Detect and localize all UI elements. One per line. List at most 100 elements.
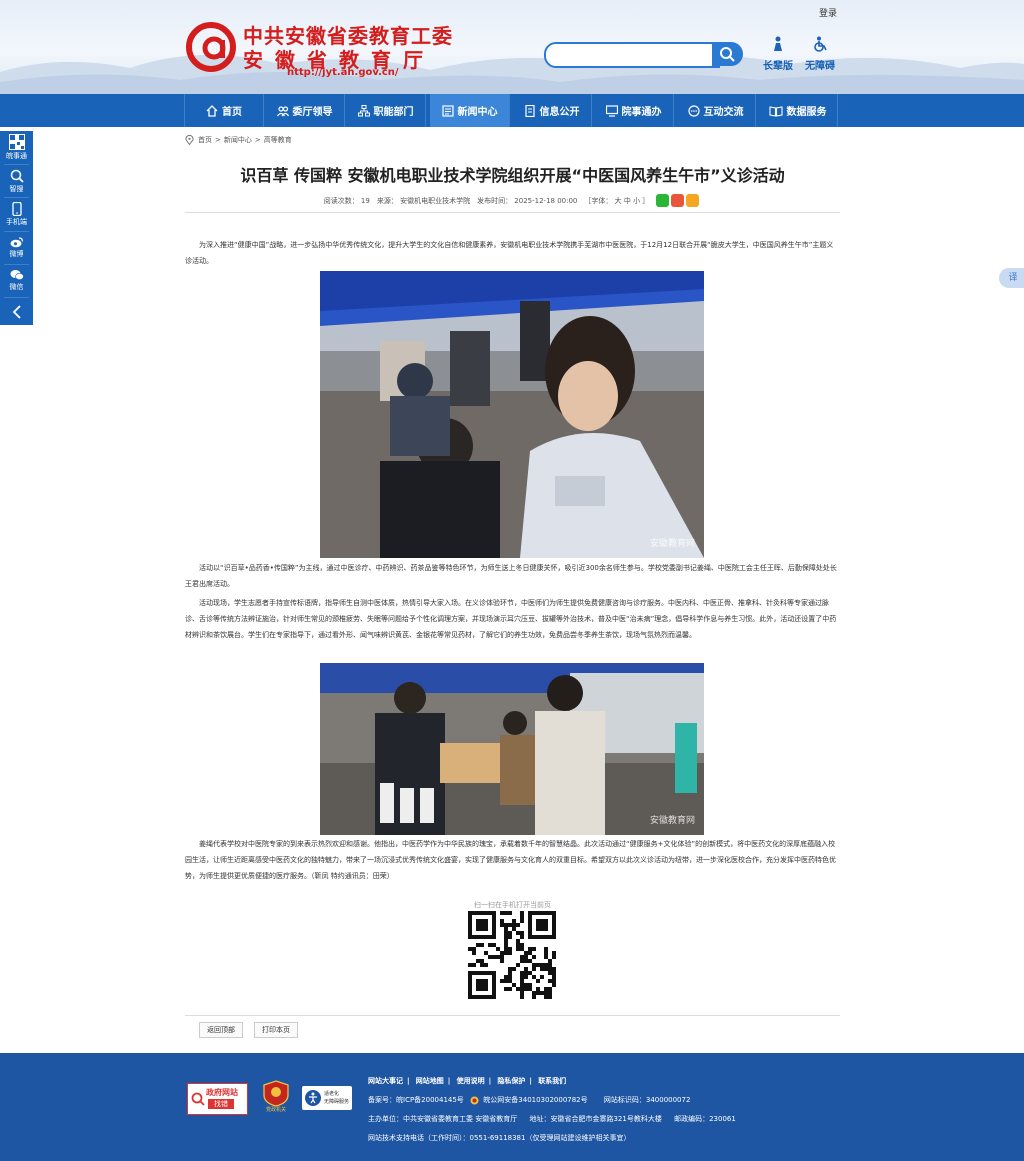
nav-label: 互动交流 <box>703 107 744 118</box>
paragraph-2: 活动以“识百草•品药香•传国粹”为主线，通过中医诊疗、中药辨识、药茶品鉴等特色环… <box>185 564 837 588</box>
back-to-top-button[interactable]: 返回顶部 <box>199 1022 243 1038</box>
nav-leaders[interactable]: 委厅领导 <box>265 94 345 127</box>
news-icon <box>441 104 454 117</box>
badge-text-1: 政府网站 <box>206 1088 238 1097</box>
nav-data-service[interactable]: 数据服务 <box>758 94 838 127</box>
nav-label: 委厅领导 <box>292 107 333 118</box>
collapse-bar-button[interactable] <box>0 305 33 320</box>
monitor-icon <box>605 104 618 117</box>
footer-support: 网站技术支持电话（工作时间）：0551-69118381（仅受理网站建设维护相关… <box>368 1133 634 1143</box>
nav-label: 数据服务 <box>786 107 827 118</box>
chat-icon <box>687 104 700 117</box>
party-gov-shield-icon <box>263 1080 289 1107</box>
elder-friendly-badge[interactable]: 适老化 无障碍服务 <box>302 1086 352 1110</box>
left-float-bar: 皖事通 智搜 手机端 微博 微信 <box>0 131 33 325</box>
footer-link-history[interactable]: 网站大事记 <box>368 1077 403 1085</box>
page-qr-code <box>468 911 556 999</box>
main-nav: 首页 委厅领导 职能部门 新闻中心 信息公开 院事通办 互动交流 数据服务 <box>0 94 1024 127</box>
share-weibo-icon[interactable] <box>671 194 685 207</box>
font-size-switcher[interactable]: ［字体： 大 中 小 ］ <box>584 196 649 206</box>
nav-label: 信息公开 <box>539 107 580 118</box>
left-bar-label: 手机端 <box>6 218 27 226</box>
host-address: 地址：安徽省合肥市金寨路321号教科大楼 <box>529 1115 662 1123</box>
photo-watermark: 安徽教育网 <box>650 814 695 826</box>
article-source: 来源： 安徽机电职业技术学院 <box>376 196 471 205</box>
share-wechat-icon[interactable] <box>656 194 670 207</box>
nav-label: 院事通办 <box>621 107 662 118</box>
footer-links: 网站大事记 | 网站地图 | 使用说明 | 隐私保护 | 联系我们 <box>368 1077 567 1085</box>
badge-text-5: 无障碍服务 <box>324 1099 350 1105</box>
elder-mode-button[interactable]: 长辈版 <box>758 36 798 72</box>
nav-services[interactable]: 院事通办 <box>594 94 674 127</box>
search-icon <box>720 47 735 62</box>
footer-link-sitemap[interactable]: 网站地图 <box>416 1077 444 1085</box>
chevron-left-icon <box>12 305 21 319</box>
nav-departments[interactable]: 职能部门 <box>346 94 426 127</box>
accessibility-label: 无障碍 <box>805 61 835 72</box>
wechat-link[interactable]: 微信 <box>0 269 33 292</box>
logo-url: http://jyt.ah.gov.cn/ <box>287 67 399 78</box>
weibo-link[interactable]: 微博 <box>0 236 33 259</box>
login-link[interactable]: 登录 <box>819 6 837 19</box>
support-phone: 网站技术支持电话（工作时间）：0551-69118381（仅受理网站建设维护相关… <box>368 1134 631 1142</box>
qr-code-icon <box>8 134 25 150</box>
paragraph-3: 活动现场，学生志愿者手持宣传标语牌，指导师生自测中医体质，热情引导大家入场。在义… <box>185 599 837 639</box>
nav-info-disclosure[interactable]: 信息公开 <box>512 94 592 127</box>
left-bar-label: 微博 <box>9 250 24 258</box>
nav-label: 首页 <box>222 107 242 118</box>
site-footer: 政府网站 找错 党政机关 适老化 无障碍服务 网站大事记 | 网站地图 | 使用说明… <box>0 1053 1024 1161</box>
accessibility-icon <box>305 1090 321 1106</box>
nav-interaction[interactable]: 互动交流 <box>676 94 756 127</box>
translate-tab[interactable]: 译 <box>999 268 1024 288</box>
site-header: 登录 中共安徽省委教育工委 安徽省教育厅 http://jyt.ah.gov.c… <box>0 0 1024 94</box>
nav-news-center[interactable]: 新闻中心 <box>430 94 510 127</box>
book-icon <box>768 105 783 117</box>
breadcrumb-sep: > <box>254 136 261 144</box>
wanshitong-link[interactable]: 皖事通 <box>0 134 33 161</box>
elder-icon <box>774 36 782 51</box>
share-qzone-icon[interactable] <box>686 194 700 207</box>
photo-watermark: 安徽教育网 <box>650 537 695 549</box>
breadcrumb-home[interactable]: 首页 <box>198 135 212 145</box>
footer-link-contact[interactable]: 联系我们 <box>538 1077 566 1085</box>
badge-text-4: 适老化 <box>324 1091 340 1097</box>
postcode: 邮政编码：230061 <box>674 1115 736 1123</box>
gov-site-error-badge[interactable]: 政府网站 找错 <box>187 1083 248 1115</box>
article-meta: 阅读次数： 19 来源： 安徽机电职业技术学院 发布时间： 2025-12-18… <box>185 194 840 207</box>
search-error-icon <box>191 1092 205 1106</box>
accessibility-button[interactable]: 无障碍 <box>800 36 840 72</box>
print-page-button[interactable]: 打印本页 <box>254 1022 298 1038</box>
footer-host-info: 主办单位：中共安徽省委教育工委 安徽省教育厅 地址：安徽省合肥市金寨路321号教… <box>368 1114 740 1124</box>
search-input[interactable] <box>544 42 720 68</box>
home-icon <box>206 104 218 117</box>
org-chart-icon <box>357 104 370 116</box>
icp-number[interactable]: 备案号：皖ICP备20004145号 <box>368 1096 464 1104</box>
footer-registration: 备案号：皖ICP备20004145号 皖公网安备34010302000782号 … <box>368 1095 694 1105</box>
nav-home[interactable]: 首页 <box>184 94 264 127</box>
smart-search-link[interactable]: 智搜 <box>0 169 33 194</box>
elder-mode-label: 长辈版 <box>763 61 793 72</box>
police-number[interactable]: 皖公网安备34010302000782号 <box>483 1096 587 1104</box>
article-photo-2: 安徽教育网 <box>320 663 704 835</box>
article-title: 识百草 传国粹 安徽机电职业技术学院组织开展“中医国风养生午市”义诊活动 <box>240 166 785 185</box>
footer-link-privacy[interactable]: 隐私保护 <box>497 1077 525 1085</box>
mobile-link[interactable]: 手机端 <box>0 202 33 227</box>
smart-search-icon <box>10 169 24 183</box>
left-bar-label: 智搜 <box>9 185 24 193</box>
badge-text-3: 党政机关 <box>265 1107 286 1113</box>
footer-link-help[interactable]: 使用说明 <box>457 1077 485 1085</box>
location-pin-icon <box>185 135 194 145</box>
site-identifier: 网站标识码：3400000072 <box>603 1096 691 1104</box>
document-icon <box>524 104 535 117</box>
photo-1-illustration: 安徽教育网 <box>320 271 704 558</box>
qr-caption: 扫一扫在手机打开当前页 <box>474 901 551 909</box>
breadcrumb-news[interactable]: 新闻中心 <box>224 135 252 145</box>
mountain-background <box>0 54 1024 94</box>
photo-2-illustration: 安徽教育网 <box>320 663 704 835</box>
title-divider <box>185 212 840 213</box>
party-gov-badge[interactable]: 党政机关 <box>262 1080 290 1114</box>
search-button[interactable] <box>712 42 743 66</box>
breadcrumb-higher-edu[interactable]: 高等教育 <box>264 135 292 145</box>
police-badge-icon <box>470 1096 479 1104</box>
weibo-icon <box>10 237 23 248</box>
